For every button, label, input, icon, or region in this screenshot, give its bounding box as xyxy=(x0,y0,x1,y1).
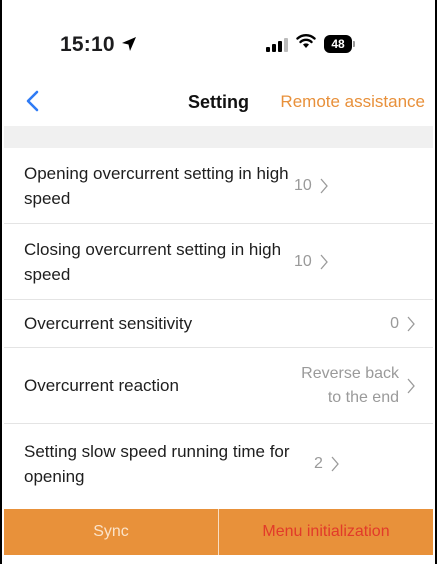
setting-value: 2 xyxy=(314,455,323,472)
setting-row-overcurrent-reaction[interactable]: Overcurrent reaction Reverse back to the… xyxy=(4,348,433,424)
setting-label: Closing overcurrent setting in high spee… xyxy=(24,239,282,284)
sync-button[interactable]: Sync xyxy=(4,509,218,555)
bottom-strip xyxy=(4,555,433,564)
setting-label: Overcurrent sensitivity xyxy=(24,314,193,333)
status-bar: 15:10 48 xyxy=(2,0,435,80)
chevron-right-icon xyxy=(407,315,417,333)
section-separator xyxy=(4,126,433,148)
remote-assistance-button[interactable]: Remote assistance xyxy=(280,92,425,112)
chevron-right-icon xyxy=(320,177,330,195)
footer-divider xyxy=(218,509,219,555)
setting-label: Setting slow speed running time for open… xyxy=(24,442,290,486)
menu-initialization-button[interactable]: Menu initialization xyxy=(219,509,433,555)
chevron-right-icon xyxy=(320,253,330,271)
status-icons: 48 xyxy=(266,33,355,54)
footer-action-bar: Sync Menu initialization xyxy=(4,509,433,555)
cellular-signal-icon xyxy=(266,36,288,52)
chevron-right-icon xyxy=(407,377,417,395)
setting-value: 10 xyxy=(294,252,312,270)
battery-level: 48 xyxy=(324,34,352,53)
setting-value: 0 xyxy=(390,314,399,332)
setting-value: Reverse back to the end xyxy=(301,364,399,406)
location-arrow-icon xyxy=(121,33,137,56)
setting-label: Overcurrent reaction xyxy=(24,376,179,395)
status-time-text: 15:10 xyxy=(60,33,115,56)
setting-row-closing-overcurrent[interactable]: Closing overcurrent setting in high spee… xyxy=(4,224,433,300)
wifi-icon xyxy=(296,33,316,54)
setting-label: Opening overcurrent setting in high spee… xyxy=(24,163,289,208)
setting-row-overcurrent-sensitivity[interactable]: Overcurrent sensitivity 0 xyxy=(4,300,433,348)
navigation-bar: Setting Remote assistance xyxy=(2,80,435,124)
setting-row-slow-speed-time[interactable]: Setting slow speed running time for open… xyxy=(4,424,433,504)
settings-list: Opening overcurrent setting in high spee… xyxy=(4,148,433,504)
setting-row-opening-overcurrent[interactable]: Opening overcurrent setting in high spee… xyxy=(4,148,433,224)
status-time: 15:10 xyxy=(60,33,137,57)
sync-button-label: Sync xyxy=(93,523,129,540)
setting-value: 10 xyxy=(294,176,312,194)
chevron-right-icon xyxy=(331,455,341,473)
battery-icon: 48 xyxy=(324,34,355,53)
app-frame: 15:10 48 Setting Remote assistance Openi… xyxy=(0,0,437,564)
menu-initialization-label: Menu initialization xyxy=(262,523,390,540)
